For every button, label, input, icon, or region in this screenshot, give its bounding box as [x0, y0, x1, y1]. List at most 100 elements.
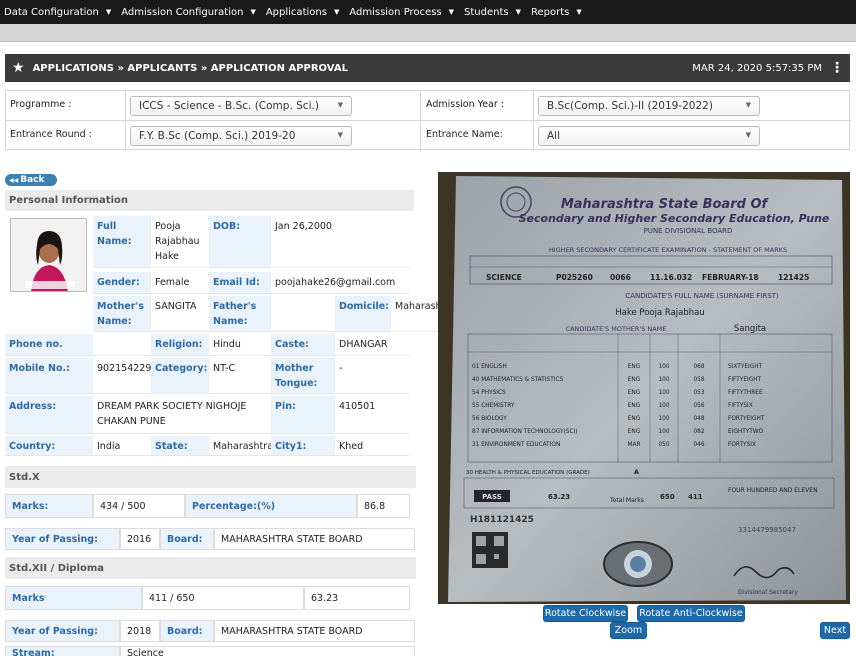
- exam-month: FEBRUARY-18: [702, 273, 759, 282]
- gender-value: Female: [151, 272, 209, 294]
- subject-medium: ENG: [628, 403, 641, 409]
- stdxii-board-label: Board:: [160, 620, 214, 642]
- total-max: 650: [660, 493, 675, 501]
- dob-value: Jan 26,2000: [271, 216, 409, 268]
- subject-name: 40 MATHEMATICS & STATISTICS: [472, 377, 564, 383]
- admission-year-select[interactable]: B.Sc(Comp. Sci.)-II (2019-2022) ▼: [538, 96, 760, 116]
- filter-row: Entrance Round : F.Y. B.Sc (Comp. Sci.) …: [6, 121, 851, 151]
- caste-value: DHANGAR: [335, 334, 409, 356]
- secretary-caption: Divisional Secretary: [738, 589, 798, 596]
- mother-name-label: Mother's Name:: [93, 296, 151, 332]
- stdxii-stream-label: Stream:: [5, 646, 120, 656]
- chevron-down-icon: ▼: [337, 131, 343, 139]
- admission-year-label: Admission Year :: [426, 99, 504, 110]
- back-label: Back: [20, 175, 45, 185]
- rotate-anticlockwise-button[interactable]: Rotate Anti-Clockwise: [637, 605, 745, 622]
- board-line2: Secondary and Higher Secondary Education…: [519, 212, 830, 225]
- nav-data-configuration[interactable]: Data Configuration ▼: [0, 0, 117, 24]
- stdxii-heading: Std.XII / Diploma: [5, 557, 416, 579]
- divider: [420, 91, 421, 151]
- subject-obt: 082: [693, 429, 704, 435]
- mobile-value: 9021542290: [93, 358, 151, 394]
- datetime: MAR 24, 2020 5:57:35 PM: [692, 62, 822, 74]
- stdx-marks-value: 434 / 500: [93, 494, 185, 518]
- subject-medium: ENG: [628, 429, 641, 435]
- dob-label: DOB:: [209, 216, 271, 268]
- entrance-name-select[interactable]: All ▼: [538, 126, 760, 146]
- entrance-round-value: F.Y. B.Sc (Comp. Sci.) 2019-20: [139, 130, 296, 142]
- section-title: Std.XII / Diploma: [9, 562, 105, 574]
- serial-no: 3314479985047: [738, 526, 796, 534]
- dist-no: 11.16.032: [650, 273, 692, 282]
- programme-label: Programme :: [10, 99, 72, 110]
- division: PUNE DIVISIONAL BOARD: [644, 227, 733, 235]
- next-button[interactable]: Next: [820, 622, 850, 639]
- subject-max: 100: [658, 390, 669, 396]
- address-value: DREAM PARK SOCIETY NIGHOJE CHAKAN PUNE: [93, 396, 271, 434]
- caret-down-icon: ▼: [448, 8, 455, 16]
- city-label: City1:: [271, 436, 335, 456]
- address-label: Address:: [5, 396, 93, 434]
- result: PASS: [482, 493, 502, 501]
- board-line1: Maharashtra State Board Of: [561, 197, 770, 212]
- caret-down-icon: ▼: [105, 8, 112, 16]
- subject-medium: MAR: [628, 442, 641, 448]
- filter-panel: Programme : ICCS - Science - B.Sc. (Comp…: [5, 90, 851, 151]
- nav-applications[interactable]: Applications ▼: [262, 0, 345, 24]
- total-obt: 411: [688, 493, 703, 501]
- caste-label: Caste:: [271, 334, 335, 356]
- father-name-label: Father's Name:: [209, 296, 271, 332]
- pin-value: 410501: [335, 396, 409, 434]
- rotate-clockwise-button[interactable]: Rotate Clockwise: [543, 605, 628, 622]
- religion-value: Hindu: [209, 334, 271, 356]
- zoom-button[interactable]: Zoom: [610, 622, 647, 639]
- subject-max: 100: [658, 416, 669, 422]
- nav-reports[interactable]: Reports ▼: [527, 0, 588, 24]
- subject-name: 87 INFORMATION TECHNOLOGY(SCI): [472, 429, 578, 435]
- state-value: Maharashtra: [209, 436, 271, 456]
- cert-no: H181121425: [470, 515, 534, 525]
- nav-label: Students: [464, 6, 509, 18]
- back-button[interactable]: ◀◀ Back: [5, 174, 57, 186]
- subject-medium: ENG: [628, 377, 641, 383]
- stdx-board-value: MAHARASHTRA STATE BOARD: [214, 528, 415, 550]
- health-subject: 30 HEALTH & PHYSICAL EDUCATION (GRADE): [466, 470, 590, 476]
- stdxii-stream-value: Science: [120, 646, 415, 656]
- programme-select[interactable]: ICCS - Science - B.Sc. (Comp. Sci.) ▼: [130, 96, 352, 116]
- subject-words: FIFTYTHREE: [728, 390, 763, 396]
- chevron-down-icon: ▼: [745, 131, 751, 139]
- subject-max: 050: [658, 442, 669, 448]
- stdxii-marks-label: Marks: [5, 586, 142, 610]
- subject-name: 01 ENGLISH: [472, 364, 507, 370]
- nav-students[interactable]: Students ▼: [460, 0, 527, 24]
- sr-no: 121425: [778, 273, 809, 282]
- subject-obt: 048: [693, 416, 704, 422]
- kebab-menu-icon[interactable]: ⋮: [830, 60, 844, 76]
- divider: [125, 91, 126, 151]
- subject-max: 100: [658, 377, 669, 383]
- subject-words: SIXTYEIGHT: [728, 364, 763, 370]
- marksheet-image[interactable]: Maharashtra State Board Of Secondary and…: [438, 172, 850, 604]
- total-words: FOUR HUNDRED AND ELEVEN: [728, 487, 818, 494]
- chevron-down-icon: ▼: [337, 101, 343, 109]
- entrance-round-select[interactable]: F.Y. B.Sc (Comp. Sci.) 2019-20 ▼: [130, 126, 352, 146]
- sub-bar: [0, 24, 856, 42]
- nav-admission-process[interactable]: Admission Process ▼: [345, 0, 460, 24]
- subject-words: EIGHTYTWO: [728, 429, 764, 435]
- domicile-label: Domicile:: [335, 296, 391, 332]
- category-value: NT-C: [209, 358, 271, 394]
- section-title: Std.X: [9, 471, 40, 483]
- country-value: India: [93, 436, 151, 456]
- father-name-value: [271, 296, 335, 332]
- email-value: poojahake26@gmail.com: [271, 272, 409, 294]
- stdxii-year-value: 2018: [120, 620, 160, 642]
- nav-label: Admission Process: [349, 6, 442, 18]
- subject-name: 54 PHYSICS: [472, 390, 506, 396]
- personal-info-heading: Personal Information: [5, 190, 414, 211]
- caret-down-icon: ▼: [333, 8, 340, 16]
- full-name-value: Pooja Rajabhau Hake: [151, 216, 209, 268]
- mother-tongue-label: Mother Tongue:: [271, 358, 335, 394]
- email-label: Email Id:: [209, 272, 271, 294]
- nav-admission-configuration[interactable]: Admission Configuration ▼: [117, 0, 262, 24]
- mobile-label: Mobile No.:: [5, 358, 93, 394]
